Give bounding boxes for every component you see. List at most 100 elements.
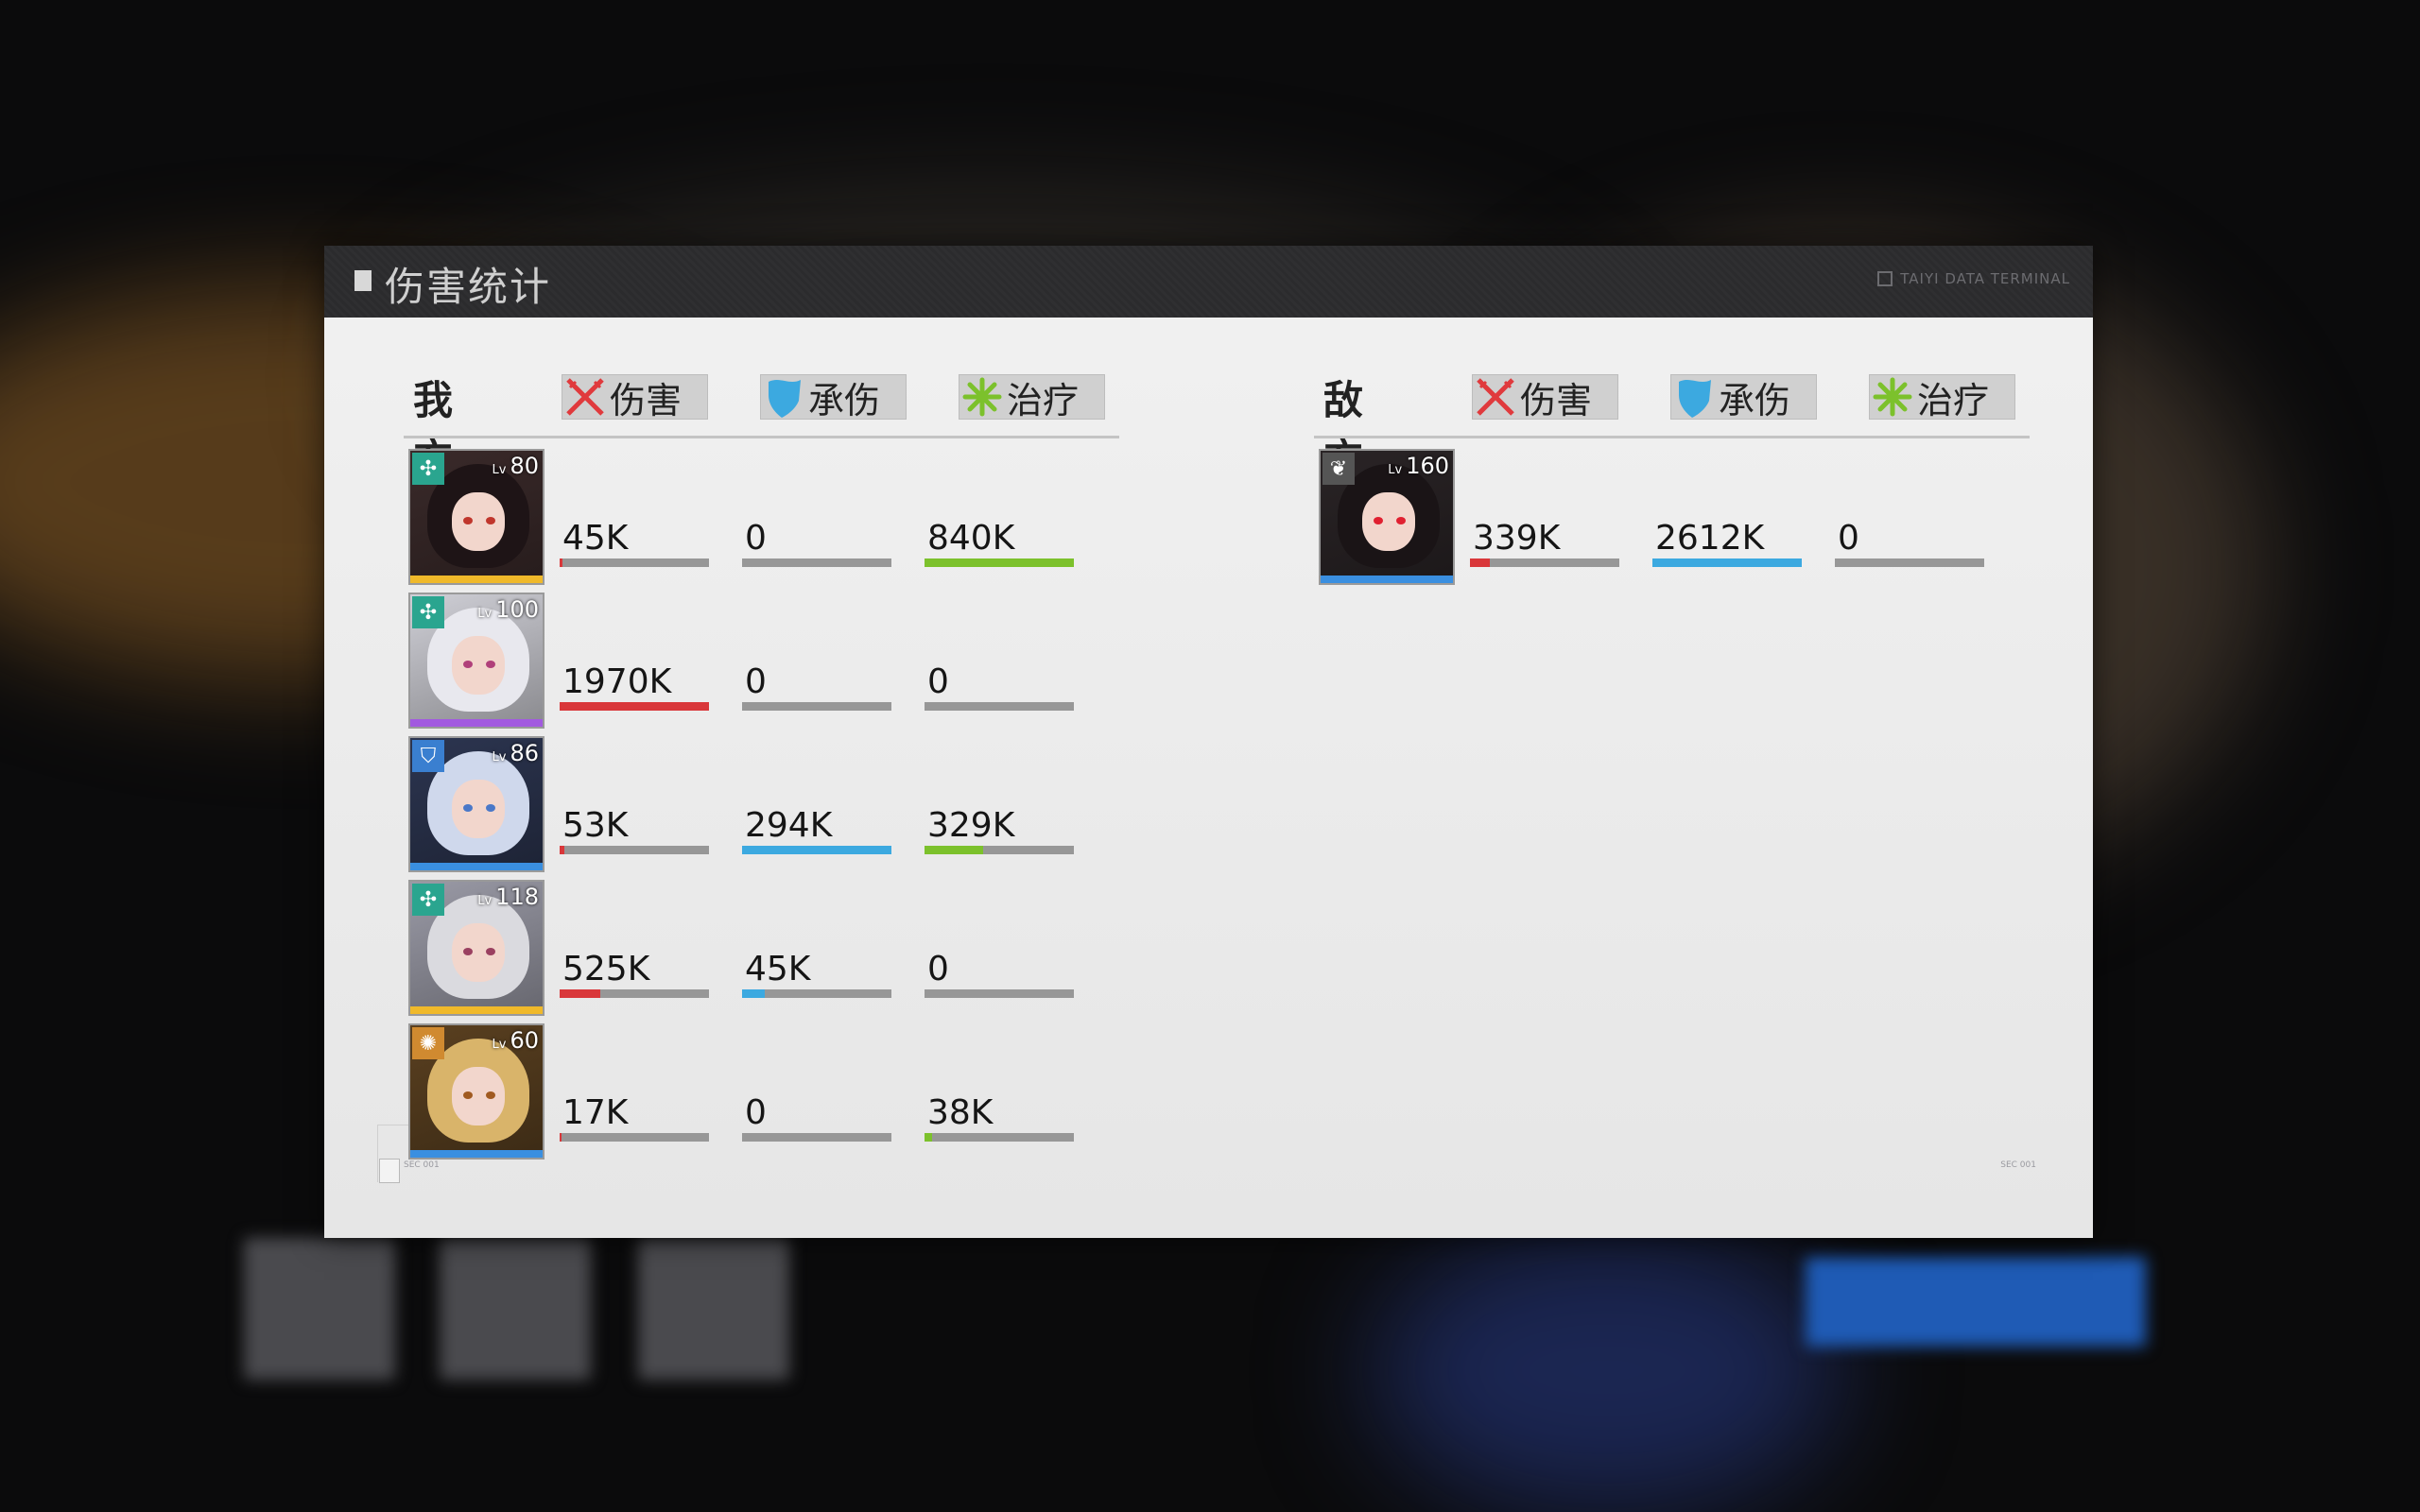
heal-bar-fill [925, 558, 1074, 567]
damage-bar-fill [560, 1133, 562, 1142]
portrait-face [452, 780, 505, 838]
rotor-icon: ✣ [412, 884, 444, 916]
portrait-eye [463, 517, 473, 524]
damage-value: 45K [562, 519, 629, 558]
header-heal-label: 治疗 [1917, 379, 1990, 421]
taken-bar [742, 846, 891, 854]
level-badge: Lv 100 [477, 596, 539, 623]
damage-bar-fill [1470, 558, 1490, 567]
flame-class-icon: ✺ [412, 1027, 444, 1059]
header-damage: 伤害 [562, 374, 708, 421]
shield-class-icon: ⛉ [412, 740, 444, 772]
ally-member-row: ✣ Lv 80 45K 0 840K [408, 449, 1089, 591]
taken-value: 45K [745, 950, 811, 988]
enemy-member-row: ❦ Lv 160 339K 2612K 0 [1319, 449, 1999, 591]
header-damage-label: 伤害 [610, 379, 683, 421]
damage-value: 525K [562, 950, 650, 988]
crossed-swords-icon [562, 374, 608, 420]
damage-value: 53K [562, 806, 629, 845]
damage-stats-panel: 伤害统计 TAIYI DATA TERMINAL SEC 001 SEC 001… [324, 246, 2093, 1238]
character-portrait[interactable]: ❦ Lv 160 [1319, 449, 1455, 585]
damage-bar [560, 1133, 709, 1142]
heal-value: 0 [927, 662, 949, 701]
taken-bar-fill [742, 846, 891, 854]
character-portrait[interactable]: ✺ Lv 60 [408, 1023, 544, 1160]
portrait-face [452, 1067, 505, 1125]
character-portrait[interactable]: ✣ Lv 100 [408, 593, 544, 729]
rarity-stripe [410, 576, 543, 583]
heal-bar [925, 702, 1074, 711]
portrait-face [452, 636, 505, 695]
heal-bar [925, 846, 1074, 854]
portrait-eye [463, 661, 473, 668]
portrait-eye [1396, 517, 1406, 524]
damage-bar [560, 558, 709, 567]
rarity-stripe [410, 1150, 543, 1158]
taken-bar [742, 702, 891, 711]
header-taken-label: 承伤 [808, 379, 881, 421]
heal-bar-fill [925, 1133, 932, 1142]
portrait-eye [463, 1091, 473, 1099]
header-heal: 治疗 [1869, 374, 2015, 421]
taken-value: 0 [745, 519, 767, 558]
taken-bar [742, 558, 891, 567]
level-badge: Lv 60 [492, 1027, 539, 1054]
heal-bar [1835, 558, 1984, 567]
level-badge: Lv 118 [477, 884, 539, 910]
taken-bar [742, 1133, 891, 1142]
header-damage: 伤害 [1472, 374, 1618, 421]
crossed-swords-icon [1473, 374, 1518, 420]
taken-value: 2612K [1655, 519, 1765, 558]
heal-value: 840K [927, 519, 1015, 558]
header-taken-label: 承伤 [1719, 379, 1791, 421]
header-heal: 治疗 [959, 374, 1105, 421]
damage-bar-fill [560, 989, 600, 998]
damage-bar-fill [560, 702, 709, 711]
rarity-stripe [410, 863, 543, 870]
heal-value: 329K [927, 806, 1015, 845]
rarity-stripe [410, 1006, 543, 1014]
header-taken: 承伤 [1670, 374, 1817, 421]
taken-bar-fill [1652, 558, 1802, 567]
portrait-eye [463, 804, 473, 812]
bg-item-slot [244, 1238, 395, 1380]
taken-value: 0 [745, 662, 767, 701]
panel-title: 伤害统计 [385, 264, 552, 310]
damage-bar [560, 702, 709, 711]
damage-bar-fill [560, 846, 564, 854]
portrait-eye [486, 661, 495, 668]
character-portrait[interactable]: ✣ Lv 80 [408, 449, 544, 585]
terminal-text: TAIYI DATA TERMINAL [1900, 270, 2070, 287]
title-square-icon [354, 270, 372, 291]
heal-value: 0 [927, 950, 949, 988]
header-damage-label: 伤害 [1520, 379, 1593, 421]
damage-bar-fill [560, 558, 563, 567]
heal-value: 0 [1838, 519, 1859, 558]
heal-burst-icon [959, 374, 1005, 420]
taken-bar [742, 989, 891, 998]
character-portrait[interactable]: ⛉ Lv 86 [408, 736, 544, 872]
portrait-face [1362, 492, 1415, 551]
level-badge: Lv 80 [492, 453, 539, 479]
portrait-face [452, 923, 505, 982]
ally-member-row: ✺ Lv 60 17K 0 38K [408, 1023, 1089, 1165]
panel-titlebar: 伤害统计 TAIYI DATA TERMINAL [324, 246, 2093, 318]
portrait-face [452, 492, 505, 551]
heal-value: 38K [927, 1093, 994, 1132]
terminal-label: TAIYI DATA TERMINAL [1877, 270, 2070, 287]
header-divider [1314, 436, 2030, 438]
bg-confirm-button [1806, 1257, 2146, 1347]
rarity-stripe [410, 719, 543, 727]
portrait-eye [1374, 517, 1383, 524]
portrait-eye [486, 517, 495, 524]
document-icon [379, 1159, 400, 1183]
shield-icon [761, 374, 806, 420]
ally-member-row: ⛉ Lv 86 53K 294K 329K [408, 736, 1089, 878]
heal-bar [925, 558, 1074, 567]
portrait-eye [486, 948, 495, 955]
character-portrait[interactable]: ✣ Lv 118 [408, 880, 544, 1016]
damage-bar [560, 846, 709, 854]
damage-value: 339K [1473, 519, 1561, 558]
bg-item-slot [638, 1238, 789, 1380]
heal-burst-icon [1870, 374, 1915, 420]
